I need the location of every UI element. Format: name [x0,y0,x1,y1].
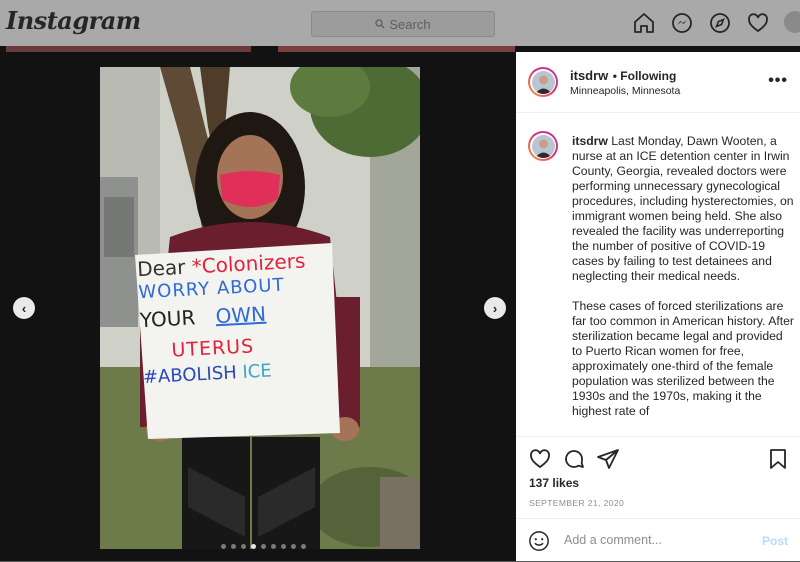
prev-arrow[interactable]: ‹ [13,297,35,319]
post-date: SEPTEMBER 21, 2020 [529,498,625,508]
carousel-dot [281,544,286,549]
carousel-dots [221,544,306,549]
caption-author-avatar[interactable] [528,131,558,161]
search-icon [375,17,385,32]
author-avatar[interactable] [528,67,558,97]
bookmark-icon[interactable] [766,447,790,471]
caption: itsdrw Last Monday, Dawn Wooten, a nurse… [572,134,794,434]
comment-bar: Add a comment... Post [516,518,800,562]
caption-username[interactable]: itsdrw [572,134,608,148]
likes-count[interactable]: 137 likes [529,476,579,490]
carousel-dot [261,544,266,549]
sign-ice: ICE [241,360,273,383]
comment-input[interactable]: Add a comment... [564,533,662,547]
caption-paragraph: Last Monday, Dawn Wooten, a nurse at an … [572,134,794,283]
nav-icons [632,11,800,35]
post-comment-button[interactable]: Post [762,534,788,548]
carousel-dot [221,544,226,549]
like-heart-icon[interactable] [528,447,552,471]
feed-peek [6,46,251,52]
post-detail-panel: itsdrw • Following Minneapolis, Minnesot… [516,52,800,561]
post-header: itsdrw • Following Minneapolis, Minnesot… [516,52,800,113]
author-username[interactable]: itsdrw [570,68,608,83]
sign-dear: Dear [136,254,187,282]
sign-abolish: #ABOLISH [142,362,238,389]
home-icon[interactable] [632,11,656,35]
share-icon[interactable] [596,447,620,471]
more-options-icon[interactable]: ••• [768,72,788,90]
messenger-icon[interactable] [670,11,694,35]
heart-icon[interactable] [746,11,770,35]
search-placeholder: Search [389,16,431,32]
sign-text: Dear *Colonizers WORRY ABOUT YOUR OWN UT… [137,248,344,390]
carousel-dot [231,544,236,549]
comment-icon[interactable] [562,447,586,471]
feed-peek [278,46,515,52]
action-bar [516,436,800,469]
instagram-logo[interactable]: Instagram [6,6,141,35]
next-arrow[interactable]: › [484,297,506,319]
post-image[interactable]: Dear *Colonizers WORRY ABOUT YOUR OWN UT… [100,67,420,549]
sign-your: YOUR [139,305,196,333]
profile-avatar[interactable] [784,11,800,33]
post-location[interactable]: Minneapolis, Minnesota [570,85,680,97]
carousel-dot [241,544,246,549]
explore-icon[interactable] [708,11,732,35]
carousel-dot [251,544,256,549]
top-nav: Instagram Search [0,0,800,47]
carousel-dot [291,544,296,549]
carousel-dot [271,544,276,549]
emoji-icon[interactable] [528,530,550,552]
sign-own: OWN [214,301,267,329]
caption-paragraph: These cases of forced sterilizations are… [572,299,794,418]
follow-status[interactable]: • Following [613,69,677,83]
search-box[interactable]: Search [311,11,495,37]
carousel-dot [301,544,306,549]
